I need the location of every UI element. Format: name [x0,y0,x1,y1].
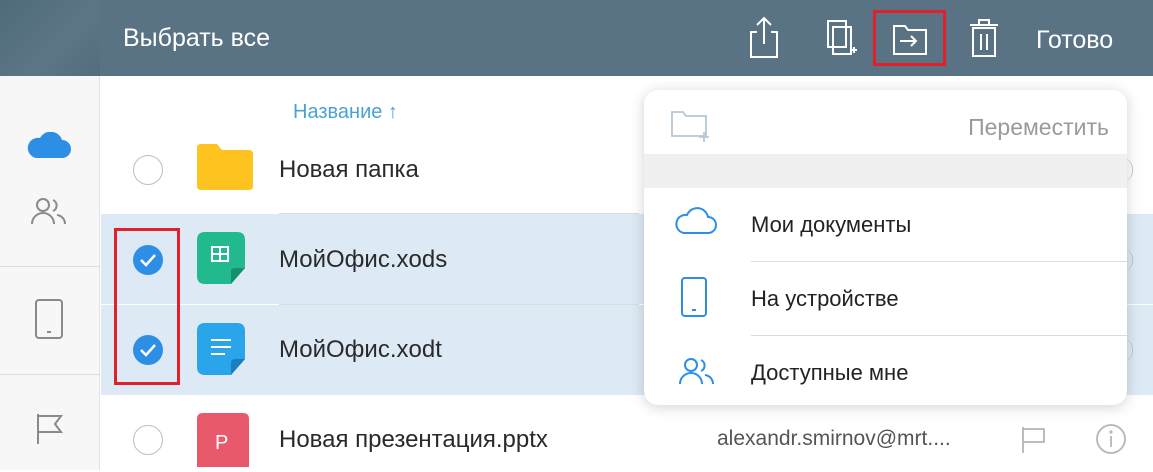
select-checkbox[interactable] [133,425,163,455]
people-icon [678,356,718,391]
file-name: МойОфис.xodt [279,336,442,363]
cloud-icon [674,206,718,241]
move-highlight-frame [873,10,946,66]
location-on-device[interactable]: На устройстве [644,262,1127,336]
file-owner: alexandr.smirnov@mrt.... [717,427,951,450]
info-icon[interactable] [1095,423,1127,460]
location-label: На устройстве [751,286,899,311]
spreadsheet-icon [197,232,249,286]
folder-icon [197,144,253,198]
location-label: Доступные мне [751,360,909,385]
sort-by-name-header[interactable]: Название ↑ [293,101,398,124]
delete-icon[interactable] [964,14,1004,60]
text-document-icon [197,323,249,377]
cloud-icon[interactable] [26,131,72,165]
move-button[interactable]: Переместить [968,114,1109,141]
flag-icon[interactable] [35,412,65,451]
done-button[interactable]: Готово [1036,26,1113,55]
file-name: Новая презентация.pptx [279,426,548,453]
location-my-documents[interactable]: Мои документы [644,188,1127,262]
presentation-icon: P [197,413,249,467]
sidebar-divider [0,374,100,375]
flag-icon[interactable] [1019,425,1049,460]
share-icon[interactable] [744,14,784,60]
popover-section-gap [644,154,1127,188]
select-all-button[interactable]: Выбрать все [123,24,270,53]
location-label: Мои документы [751,212,912,237]
copy-icon[interactable] [820,14,860,60]
svg-text:P: P [215,432,228,454]
tablet-icon [680,276,708,323]
selection-highlight-frame [114,228,180,385]
file-name: Новая папка [279,156,419,183]
select-checkbox[interactable] [133,155,163,185]
sidebar [0,76,100,470]
popover-arrow [896,76,924,90]
file-name: МойОфис.xods [279,246,448,273]
device-icon[interactable] [34,298,64,345]
toolbar-corner [0,0,100,76]
sidebar-divider [0,266,100,267]
top-toolbar: Выбрать все Готово [0,0,1153,76]
move-popover: Переместить Мои документы На устройстве … [644,90,1127,405]
new-folder-icon[interactable] [670,108,714,147]
location-shared-with-me[interactable]: Доступные мне [644,336,1127,410]
shared-people-icon[interactable] [29,196,69,231]
